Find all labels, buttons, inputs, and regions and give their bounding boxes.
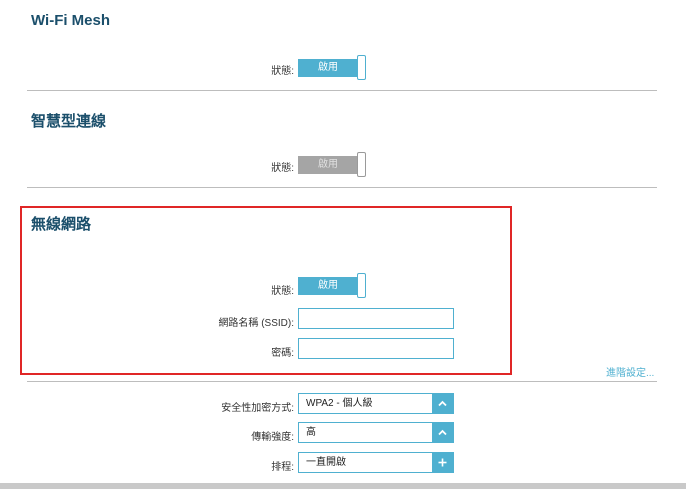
schedule-value: 一直開啟 [306, 457, 346, 468]
section-divider [27, 90, 657, 91]
wifi-mesh-toggle-label: 啟用 [298, 59, 358, 77]
power-label: 傳輸強度: [251, 432, 294, 443]
wifi-mesh-title: Wi-Fi Mesh [31, 12, 111, 29]
security-value: WPA2 - 個人級 [306, 398, 373, 409]
schedule-label: 排程: [271, 462, 294, 473]
chevron-up-icon[interactable] [432, 394, 453, 413]
wifi-mesh-toggle[interactable]: 啟用 [298, 55, 367, 80]
smart-connect-toggle-label: 啟用 [298, 156, 358, 174]
ssid-label: 網路名稱 (SSID): [218, 318, 294, 329]
smart-connect-status-label: 狀態: [271, 163, 294, 174]
power-value: 高 [306, 427, 316, 438]
toggle-knob [357, 152, 366, 177]
toggle-knob [357, 273, 366, 298]
security-label: 安全性加密方式: [221, 403, 294, 414]
wireless-status-label: 狀態: [271, 286, 294, 297]
toggle-knob [357, 55, 366, 80]
schedule-select[interactable]: 一直開啟 [298, 452, 454, 473]
advanced-settings-link[interactable]: 進階設定... [606, 364, 654, 379]
power-select[interactable]: 高 [298, 422, 454, 443]
chevron-up-icon[interactable] [432, 423, 453, 442]
smart-connect-title: 智慧型連線 [31, 113, 107, 130]
plus-icon[interactable] [432, 453, 453, 472]
wireless-toggle-label: 啟用 [298, 277, 358, 295]
smart-connect-toggle[interactable]: 啟用 [298, 152, 367, 177]
password-input[interactable] [298, 338, 454, 359]
section-divider [27, 187, 657, 188]
wireless-toggle[interactable]: 啟用 [298, 273, 367, 298]
bottom-scrollbar[interactable] [0, 483, 686, 489]
wifi-mesh-status-label: 狀態: [271, 66, 294, 77]
ssid-input[interactable] [298, 308, 454, 329]
security-select[interactable]: WPA2 - 個人級 [298, 393, 454, 414]
section-divider [27, 381, 657, 382]
password-label: 密碼: [271, 348, 294, 359]
wireless-title: 無線網路 [31, 216, 92, 233]
